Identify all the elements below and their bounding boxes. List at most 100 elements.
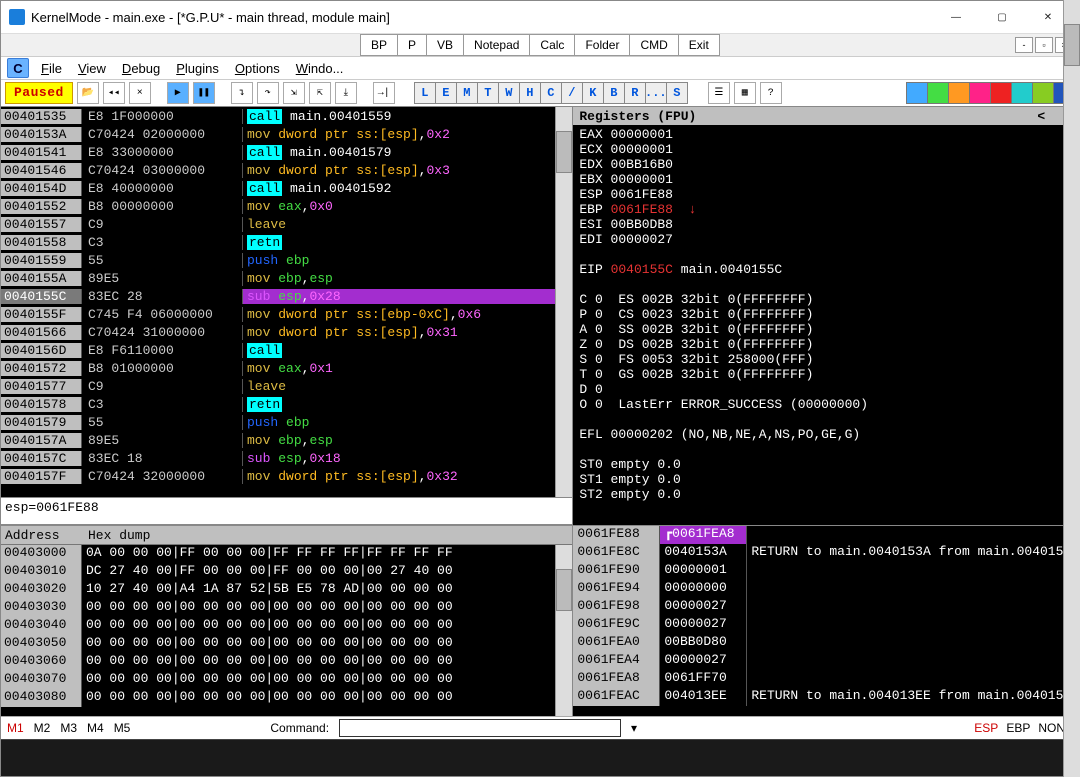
step-over-button[interactable]: ↷ bbox=[257, 82, 279, 104]
disasm-row[interactable]: 00401557C9leave bbox=[1, 215, 572, 233]
cpu-button[interactable]: C bbox=[7, 58, 29, 78]
disasm-row[interactable]: 0040155955push ebp bbox=[1, 251, 572, 269]
reg-prev-icon[interactable]: < bbox=[1037, 109, 1045, 124]
dump-row[interactable]: 0040302010 27 40 00|A4 1A 87 52|5B E5 78… bbox=[1, 581, 572, 599]
disasm-row[interactable]: 0040153AC70424 02000000mov dword ptr ss:… bbox=[1, 125, 572, 143]
disasm-row[interactable]: 0040157FC70424 32000000mov dword ptr ss:… bbox=[1, 467, 572, 485]
plugin-4-icon[interactable] bbox=[969, 82, 991, 104]
disasm-row[interactable]: 0040157C83EC 18sub esp,0x18 bbox=[1, 449, 572, 467]
appearance-button[interactable]: ▦ bbox=[734, 82, 756, 104]
stack-row[interactable]: 0061FEA000BB0D80 bbox=[573, 634, 1079, 652]
execute-till-return-button[interactable]: ⤓ bbox=[335, 82, 357, 104]
disasm-row[interactable]: 0040157955push ebp bbox=[1, 413, 572, 431]
plugin-2-icon[interactable] bbox=[927, 82, 949, 104]
disasm-row[interactable]: 0040155FC745 F4 06000000mov dword ptr ss… bbox=[1, 305, 572, 323]
disasm-row[interactable]: 00401541E8 33000000call main.00401579 bbox=[1, 143, 572, 161]
stack-row[interactable]: 0061FE9800000027 bbox=[573, 598, 1079, 616]
disasm-row[interactable]: 00401546C70424 03000000mov dword ptr ss:… bbox=[1, 161, 572, 179]
tool-exit[interactable]: Exit bbox=[678, 34, 720, 56]
menu-options[interactable]: Options bbox=[235, 61, 280, 76]
memory-m2[interactable]: M2 bbox=[34, 721, 51, 735]
stack-row[interactable]: 0061FEAC004013EERETURN to main.004013EE … bbox=[573, 688, 1079, 706]
help-button[interactable]: ? bbox=[760, 82, 782, 104]
dump-scrollbar[interactable] bbox=[555, 545, 572, 716]
shortcut-...[interactable]: ... bbox=[645, 82, 667, 104]
disassembly-panel[interactable]: 00401535E8 1F000000call main.00401559004… bbox=[1, 107, 572, 497]
disasm-scrollbar[interactable] bbox=[555, 107, 572, 497]
run-button[interactable]: ▶ bbox=[167, 82, 189, 104]
stack-row[interactable]: 0061FE9000000001 bbox=[573, 562, 1079, 580]
registers-header[interactable]: Registers (FPU) << bbox=[573, 107, 1079, 125]
tool-vb[interactable]: VB bbox=[426, 34, 464, 56]
stack-row[interactable]: 0061FE88┏0061FEA8 bbox=[573, 526, 1079, 544]
stack-row[interactable]: 0061FEA400000027 bbox=[573, 652, 1079, 670]
shortcut-K[interactable]: K bbox=[582, 82, 604, 104]
stack-row[interactable]: 0061FE8C0040153ARETURN to main.0040153A … bbox=[573, 544, 1079, 562]
rewind-button[interactable]: ◂◂ bbox=[103, 82, 125, 104]
dump-follow-ebp[interactable]: EBP bbox=[1006, 721, 1030, 735]
tool-bp[interactable]: BP bbox=[360, 34, 398, 56]
plugin-7-icon[interactable] bbox=[1032, 82, 1054, 104]
dump-row[interactable]: 0040306000 00 00 00|00 00 00 00|00 00 00… bbox=[1, 653, 572, 671]
shortcut-M[interactable]: M bbox=[456, 82, 478, 104]
plugin-5-icon[interactable] bbox=[990, 82, 1012, 104]
titlebar[interactable]: KernelMode - main.exe - [*G.P.U* - main … bbox=[1, 1, 1079, 34]
disasm-row[interactable]: 0040156DE8 F6110000call bbox=[1, 341, 572, 359]
disasm-row[interactable]: 0040157A89E5mov ebp,esp bbox=[1, 431, 572, 449]
tool-p[interactable]: P bbox=[397, 34, 427, 56]
plugin-1-icon[interactable] bbox=[906, 82, 928, 104]
tool-cmd[interactable]: CMD bbox=[629, 34, 678, 56]
goto-button[interactable]: →| bbox=[373, 82, 395, 104]
command-dropdown-icon[interactable]: ▾ bbox=[631, 721, 637, 735]
shortcut-W[interactable]: W bbox=[498, 82, 520, 104]
stack-row[interactable]: 0061FE9400000000 bbox=[573, 580, 1079, 598]
mdi-restore[interactable]: ▫ bbox=[1035, 37, 1053, 53]
dump-row[interactable]: 004030000A 00 00 00|FF 00 00 00|FF FF FF… bbox=[1, 545, 572, 563]
dump-row[interactable]: 0040305000 00 00 00|00 00 00 00|00 00 00… bbox=[1, 635, 572, 653]
maximize-button[interactable]: ▢ bbox=[979, 1, 1025, 33]
shortcut-H[interactable]: H bbox=[519, 82, 541, 104]
disasm-row[interactable]: 0040155C83EC 28sub esp,0x28 bbox=[1, 287, 572, 305]
shortcut-S[interactable]: S bbox=[666, 82, 688, 104]
step-into-button[interactable]: ↴ bbox=[231, 82, 253, 104]
menu-view[interactable]: View bbox=[78, 61, 106, 76]
memory-m5[interactable]: M5 bbox=[114, 721, 131, 735]
dump-row[interactable]: 00403010DC 27 40 00|FF 00 00 00|FF 00 00… bbox=[1, 563, 572, 581]
menu-windo[interactable]: Windo... bbox=[296, 61, 344, 76]
trace-over-button[interactable]: ⇱ bbox=[309, 82, 331, 104]
stack-row[interactable]: 0061FEA80061FF70 bbox=[573, 670, 1079, 688]
tool-folder[interactable]: Folder bbox=[574, 34, 630, 56]
memory-m1[interactable]: M1 bbox=[7, 721, 24, 735]
shortcut-E[interactable]: E bbox=[435, 82, 457, 104]
dump-panel[interactable]: Address Hex dump 004030000A 00 00 00|FF … bbox=[1, 525, 572, 716]
menu-file[interactable]: File bbox=[41, 61, 62, 76]
disasm-row[interactable]: 00401578C3retn bbox=[1, 395, 572, 413]
tool-notepad[interactable]: Notepad bbox=[463, 34, 530, 56]
disasm-row[interactable]: 00401558C3retn bbox=[1, 233, 572, 251]
disasm-row[interactable]: 00401566C70424 31000000mov dword ptr ss:… bbox=[1, 323, 572, 341]
menu-plugins[interactable]: Plugins bbox=[176, 61, 219, 76]
menu-debug[interactable]: Debug bbox=[122, 61, 160, 76]
disasm-row[interactable]: 00401535E8 1F000000call main.00401559 bbox=[1, 107, 572, 125]
dump-row[interactable]: 0040303000 00 00 00|00 00 00 00|00 00 00… bbox=[1, 599, 572, 617]
pause-button[interactable]: ❚❚ bbox=[193, 82, 215, 104]
disasm-row[interactable]: 00401572B8 01000000mov eax,0x1 bbox=[1, 359, 572, 377]
disasm-row[interactable]: 0040154DE8 40000000call main.00401592 bbox=[1, 179, 572, 197]
shortcut-L[interactable]: L bbox=[414, 82, 436, 104]
minimize-button[interactable]: — bbox=[933, 1, 979, 33]
tool-calc[interactable]: Calc bbox=[529, 34, 575, 56]
shortcut-T[interactable]: T bbox=[477, 82, 499, 104]
plugin-6-icon[interactable] bbox=[1011, 82, 1033, 104]
stack-panel[interactable]: 0061FE88┏0061FEA80061FE8C0040153ARETURN … bbox=[573, 525, 1079, 716]
dump-row[interactable]: 0040304000 00 00 00|00 00 00 00|00 00 00… bbox=[1, 617, 572, 635]
command-input[interactable] bbox=[339, 719, 621, 737]
shortcut-/[interactable]: / bbox=[561, 82, 583, 104]
memory-m4[interactable]: M4 bbox=[87, 721, 104, 735]
shortcut-B[interactable]: B bbox=[603, 82, 625, 104]
shortcut-R[interactable]: R bbox=[624, 82, 646, 104]
disasm-row[interactable]: 00401577C9leave bbox=[1, 377, 572, 395]
stop-button[interactable]: × bbox=[129, 82, 151, 104]
disasm-row[interactable]: 0040155A89E5mov ebp,esp bbox=[1, 269, 572, 287]
stack-row[interactable]: 0061FE9C00000027 bbox=[573, 616, 1079, 634]
dump-follow-esp[interactable]: ESP bbox=[974, 721, 998, 735]
